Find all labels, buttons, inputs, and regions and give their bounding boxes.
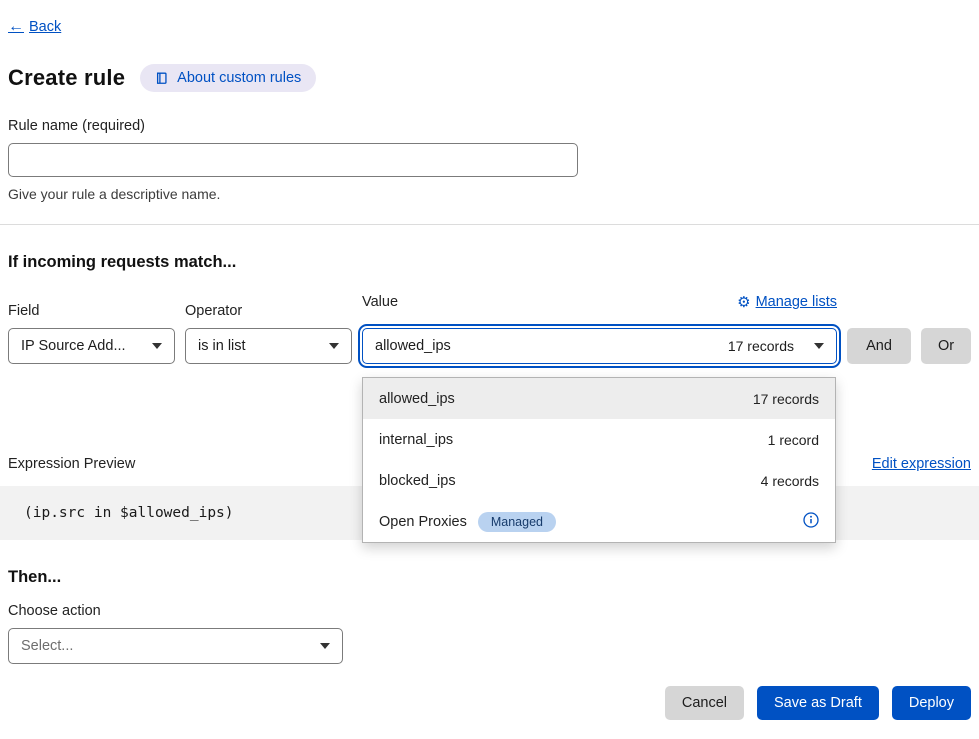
value-label-row: Value ⚙ Manage lists bbox=[362, 294, 837, 310]
value-label: Value bbox=[362, 294, 398, 310]
back-link[interactable]: ← Back bbox=[8, 18, 61, 36]
list-option-meta: 1 record bbox=[768, 432, 819, 448]
chevron-down-icon bbox=[320, 643, 330, 649]
managed-badge: Managed bbox=[478, 512, 556, 532]
rule-name-label: Rule name (required) bbox=[8, 118, 971, 134]
section-divider bbox=[0, 224, 979, 225]
chevron-down-icon bbox=[152, 343, 162, 349]
list-option-name: blocked_ips bbox=[379, 473, 456, 489]
rule-name-help: Give your rule a descriptive name. bbox=[8, 186, 971, 202]
cancel-button[interactable]: Cancel bbox=[665, 686, 744, 720]
gear-icon: ⚙ bbox=[737, 295, 750, 310]
create-rule-page: ← Back Create rule About custom rules Ru… bbox=[0, 0, 979, 739]
save-draft-button[interactable]: Save as Draft bbox=[757, 686, 879, 720]
list-option-internal-ips[interactable]: internal_ips 1 record bbox=[363, 419, 835, 460]
field-select[interactable]: IP Source Add... bbox=[8, 328, 175, 364]
or-button[interactable]: Or bbox=[921, 328, 971, 364]
list-option-name: internal_ips bbox=[379, 432, 453, 448]
list-option-left: Open Proxies Managed bbox=[379, 512, 556, 532]
list-dropdown-menu: allowed_ips 17 records internal_ips 1 re… bbox=[362, 377, 836, 543]
operator-select-value: is in list bbox=[198, 338, 246, 354]
chevron-down-icon bbox=[329, 343, 339, 349]
value-select-right: 17 records bbox=[728, 338, 824, 354]
operator-select[interactable]: is in list bbox=[185, 328, 352, 364]
chevron-down-icon bbox=[814, 343, 824, 349]
about-custom-rules-label: About custom rules bbox=[177, 70, 301, 86]
footer-actions: Cancel Save as Draft Deploy bbox=[8, 686, 971, 720]
manage-lists-link[interactable]: ⚙ Manage lists bbox=[737, 294, 837, 310]
action-select-value: Select... bbox=[21, 638, 73, 654]
list-option-blocked-ips[interactable]: blocked_ips 4 records bbox=[363, 460, 835, 501]
list-option-name: Open Proxies bbox=[379, 514, 467, 530]
operator-label: Operator bbox=[185, 303, 352, 319]
list-option-meta: 4 records bbox=[761, 473, 819, 489]
page-title: Create rule bbox=[8, 65, 125, 91]
page-header: Create rule About custom rules bbox=[8, 64, 971, 92]
operator-column: Operator is in list bbox=[185, 303, 352, 364]
condition-row: Field IP Source Add... Operator is in li… bbox=[8, 294, 971, 364]
back-label: Back bbox=[29, 19, 61, 35]
and-button[interactable]: And bbox=[847, 328, 911, 364]
back-arrow-icon: ← bbox=[8, 18, 24, 36]
book-icon bbox=[155, 71, 169, 85]
action-select[interactable]: Select... bbox=[8, 628, 343, 664]
field-select-value: IP Source Add... bbox=[21, 338, 126, 354]
list-option-open-proxies[interactable]: Open Proxies Managed bbox=[363, 501, 835, 542]
match-section-title: If incoming requests match... bbox=[8, 253, 971, 272]
about-custom-rules-link[interactable]: About custom rules bbox=[140, 64, 316, 92]
list-option-meta: 17 records bbox=[753, 391, 819, 407]
manage-lists-label: Manage lists bbox=[756, 294, 837, 310]
then-section-title: Then... bbox=[8, 568, 971, 587]
field-column: Field IP Source Add... bbox=[8, 303, 175, 364]
value-select-value: allowed_ips bbox=[375, 338, 451, 354]
expression-code: (ip.src in $allowed_ips) bbox=[24, 505, 234, 521]
choose-action-label: Choose action bbox=[8, 603, 971, 619]
value-select-meta: 17 records bbox=[728, 338, 794, 354]
info-icon[interactable] bbox=[803, 512, 819, 532]
list-option-name: allowed_ips bbox=[379, 391, 455, 407]
expression-preview-label: Expression Preview bbox=[8, 456, 135, 472]
list-option-allowed-ips[interactable]: allowed_ips 17 records bbox=[363, 378, 835, 419]
edit-expression-link[interactable]: Edit expression bbox=[872, 456, 971, 472]
rule-name-input[interactable] bbox=[8, 143, 578, 177]
value-column: Value ⚙ Manage lists allowed_ips 17 reco… bbox=[362, 294, 837, 364]
deploy-button[interactable]: Deploy bbox=[892, 686, 971, 720]
value-select[interactable]: allowed_ips 17 records bbox=[362, 328, 837, 364]
field-label: Field bbox=[8, 303, 175, 319]
